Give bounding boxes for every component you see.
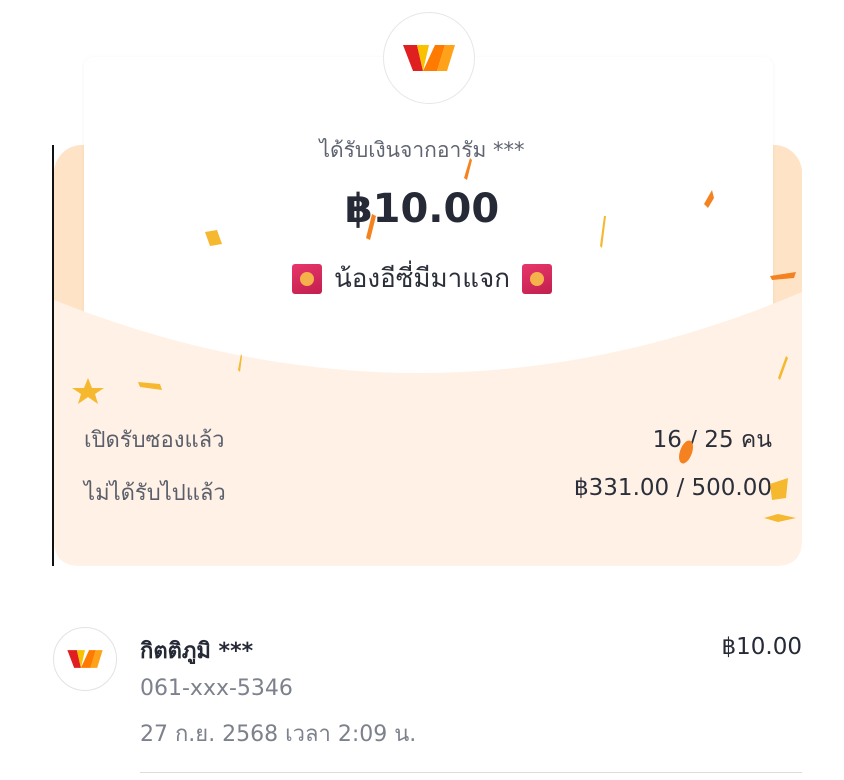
opened-label: เปิดรับซองแล้ว (84, 428, 225, 453)
opened-value: 16 / 25 คน (652, 427, 772, 453)
recipient-amount: ฿10.00 (721, 634, 802, 660)
received-from-text: ได้รับเงินจากอารัม *** (319, 138, 525, 162)
red-envelope-icon (521, 263, 552, 294)
event-title-row: น้องอีซี่มีมาแจก (0, 258, 844, 299)
unclaimed-value: ฿331.00 / 500.00 (574, 475, 772, 501)
unclaimed-label: ไม่ได้รับไปแล้ว (84, 481, 226, 506)
true-wallet-logo-icon (67, 650, 103, 668)
row-divider (140, 772, 802, 773)
recipient-avatar (53, 627, 117, 691)
recipient-time: 27 ก.ย. 2568 เวลา 2:09 น. (140, 722, 417, 747)
red-envelope-icon (292, 263, 323, 294)
recipient-phone: 061-xxx-5346 (140, 676, 293, 701)
received-amount: ฿10.00 (344, 186, 500, 232)
true-wallet-logo-icon (383, 12, 475, 104)
event-name: น้องอีซี่มีมาแจก (334, 264, 510, 294)
recipient-name: กิตติภูมิ *** (140, 639, 254, 664)
